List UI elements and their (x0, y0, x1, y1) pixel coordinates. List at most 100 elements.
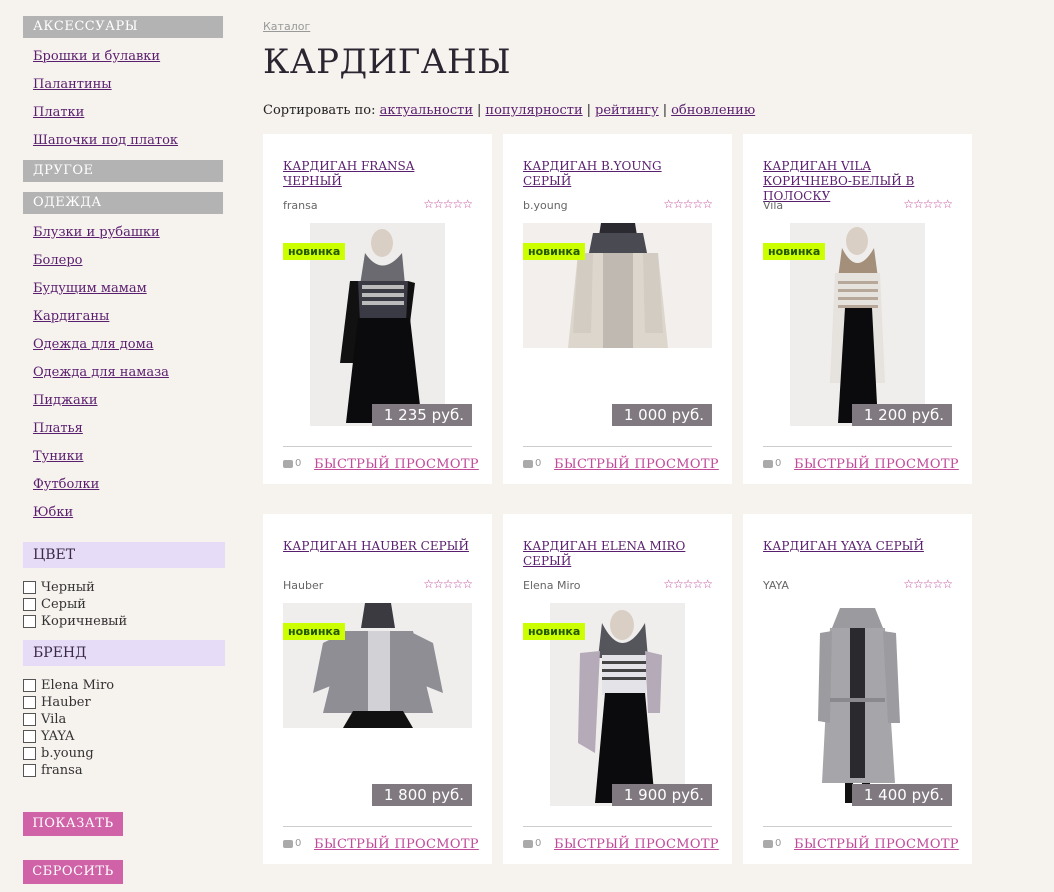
color-option-black[interactable]: Черный (23, 579, 225, 596)
color-option-gray[interactable]: Серый (23, 596, 225, 613)
category-header-accessories[interactable]: АКСЕССУАРЫ (23, 16, 223, 38)
sort-option-rating[interactable]: рейтингу (595, 103, 659, 118)
comments-count[interactable]: 0 (763, 458, 781, 469)
color-option-brown[interactable]: Коричневый (23, 613, 225, 630)
rating-stars-icon[interactable]: ☆☆☆☆☆ (663, 577, 713, 591)
product-brand: fransa (283, 199, 318, 212)
comments-number: 0 (295, 838, 302, 849)
quick-view-link[interactable]: БЫСТРЫЙ ПРОСМОТР (794, 457, 959, 472)
price-tag: 1 000 руб. (611, 404, 712, 426)
checkbox[interactable] (23, 696, 36, 709)
product-image[interactable]: новинка 1 235 руб. (283, 223, 472, 426)
checkbox[interactable] (23, 679, 36, 692)
product-title[interactable]: КАРДИГАН FRANSA ЧЕРНЫЙ (283, 159, 473, 189)
comments-number: 0 (535, 838, 542, 849)
divider (763, 446, 952, 447)
sort-option-relevance[interactable]: актуальности (380, 103, 473, 118)
quick-view-link[interactable]: БЫСТРЫЙ ПРОСМОТР (554, 457, 719, 472)
sidebar-item-bluzki[interactable]: Блузки и рубашки (33, 225, 160, 240)
quick-view-link[interactable]: БЫСТРЫЙ ПРОСМОТР (314, 457, 479, 472)
accessories-list: Брошки и булавки Палантины Платки Шапочк… (23, 41, 223, 153)
sidebar-item-yubki[interactable]: Юбки (33, 505, 73, 520)
sidebar-item-pidzhaki[interactable]: Пиджаки (33, 393, 98, 408)
product-title[interactable]: КАРДИГАН ELENA MIRO СЕРЫЙ (523, 539, 713, 569)
product-title[interactable]: КАРДИГАН HAUBER СЕРЫЙ (283, 539, 473, 554)
product-title[interactable]: КАРДИГАН YAYA СЕРЫЙ (763, 539, 953, 554)
sidebar-item-tuniki[interactable]: Туники (33, 449, 83, 464)
sidebar-item-palantiny[interactable]: Палантины (33, 77, 112, 92)
product-image[interactable]: новинка 1 800 руб. (283, 603, 472, 806)
sidebar-item-shapochki[interactable]: Шапочки под платок (33, 133, 178, 148)
rating-stars-icon[interactable]: ☆☆☆☆☆ (663, 197, 713, 211)
comment-icon (523, 839, 533, 848)
product-photo[interactable] (283, 603, 472, 728)
product-photo[interactable] (523, 223, 712, 348)
category-accessories: АКСЕССУАРЫ Брошки и булавки Палантины Пл… (23, 16, 223, 153)
product-title[interactable]: КАРДИГАН B.YOUNG СЕРЫЙ (523, 159, 713, 189)
brand-option-fransa[interactable]: fransa (23, 762, 225, 779)
option-label: Elena Miro (41, 678, 115, 693)
option-label: YAYA (41, 729, 75, 744)
sidebar-item-namaz[interactable]: Одежда для намаза (33, 365, 169, 380)
checkbox[interactable] (23, 730, 36, 743)
category-header-other[interactable]: ДРУГОЕ (23, 160, 223, 182)
rating-stars-icon[interactable]: ☆☆☆☆☆ (423, 197, 473, 211)
comment-icon (763, 459, 773, 468)
checkbox[interactable] (23, 615, 36, 628)
sidebar-item-broshki[interactable]: Брошки и булавки (33, 49, 160, 64)
comments-count[interactable]: 0 (283, 838, 301, 849)
comments-count[interactable]: 0 (763, 838, 781, 849)
product-card: КАРДИГАН FRANSA ЧЕРНЫЙ fransa ☆☆☆☆☆ нови… (263, 134, 492, 484)
category-header-clothing[interactable]: ОДЕЖДА (23, 192, 223, 214)
sidebar-item-kardigany[interactable]: Кардиганы (33, 309, 109, 324)
quick-view-link[interactable]: БЫСТРЫЙ ПРОСМОТР (314, 837, 479, 852)
breadcrumb[interactable]: Каталог (263, 20, 310, 33)
product-photo[interactable] (790, 603, 925, 806)
option-label: b.young (41, 746, 94, 761)
comments-count[interactable]: 0 (283, 458, 301, 469)
sidebar-item-dom[interactable]: Одежда для дома (33, 337, 154, 352)
brand-option-hauber[interactable]: Hauber (23, 694, 225, 711)
new-badge: новинка (763, 243, 826, 260)
product-image[interactable]: 1 400 руб. (763, 603, 952, 806)
product-image[interactable]: новинка 1 200 руб. (763, 223, 952, 426)
checkbox[interactable] (23, 598, 36, 611)
sidebar-item-platki[interactable]: Платки (33, 105, 84, 120)
checkbox[interactable] (23, 581, 36, 594)
sort-bar: Сортировать по: актуальности | популярност… (263, 103, 755, 118)
product-card: КАРДИГАН ELENA MIRO СЕРЫЙ Elena Miro ☆☆☆… (503, 514, 732, 864)
brand-option-vila[interactable]: Vila (23, 711, 225, 728)
brand-option-b-young[interactable]: b.young (23, 745, 225, 762)
sort-option-popularity[interactable]: популярности (485, 103, 582, 118)
checkbox[interactable] (23, 747, 36, 760)
filter-brand: БРЕНД Elena Miro Hauber Vila YAYA b.youn… (23, 640, 225, 779)
rating-stars-icon[interactable]: ☆☆☆☆☆ (903, 197, 953, 211)
sidebar-item-mamam[interactable]: Будущим мамам (33, 281, 147, 296)
quick-view-link[interactable]: БЫСТРЫЙ ПРОСМОТР (554, 837, 719, 852)
show-button[interactable]: ПОКАЗАТЬ (23, 812, 123, 836)
checkbox[interactable] (23, 713, 36, 726)
product-image[interactable]: новинка 1 900 руб. (523, 603, 712, 806)
sidebar-item-bolero[interactable]: Болеро (33, 253, 82, 268)
model-figure (568, 223, 668, 348)
new-badge: новинка (283, 243, 346, 260)
comment-icon (283, 459, 293, 468)
option-label: Коричневый (41, 614, 128, 629)
sidebar-item-platya[interactable]: Платья (33, 421, 83, 436)
comment-icon (763, 839, 773, 848)
rating-stars-icon[interactable]: ☆☆☆☆☆ (423, 577, 473, 591)
rating-stars-icon[interactable]: ☆☆☆☆☆ (903, 577, 953, 591)
checkbox[interactable] (23, 764, 36, 777)
brand-option-yaya[interactable]: YAYA (23, 728, 225, 745)
comments-count[interactable]: 0 (523, 838, 541, 849)
reset-button[interactable]: СБРОСИТЬ (23, 860, 123, 884)
filter-header-brand: БРЕНД (23, 640, 225, 666)
sidebar-item-futbolki[interactable]: Футболки (33, 477, 99, 492)
product-brand: Vila (763, 199, 784, 212)
product-image[interactable]: новинка 1 000 руб. (523, 223, 712, 426)
quick-view-link[interactable]: БЫСТРЫЙ ПРОСМОТР (794, 837, 959, 852)
brand-option-elena-miro[interactable]: Elena Miro (23, 677, 225, 694)
sort-option-update[interactable]: обновлению (671, 103, 755, 118)
product-card: КАРДИГАН HAUBER СЕРЫЙ Hauber ☆☆☆☆☆ новин… (263, 514, 492, 864)
comments-count[interactable]: 0 (523, 458, 541, 469)
